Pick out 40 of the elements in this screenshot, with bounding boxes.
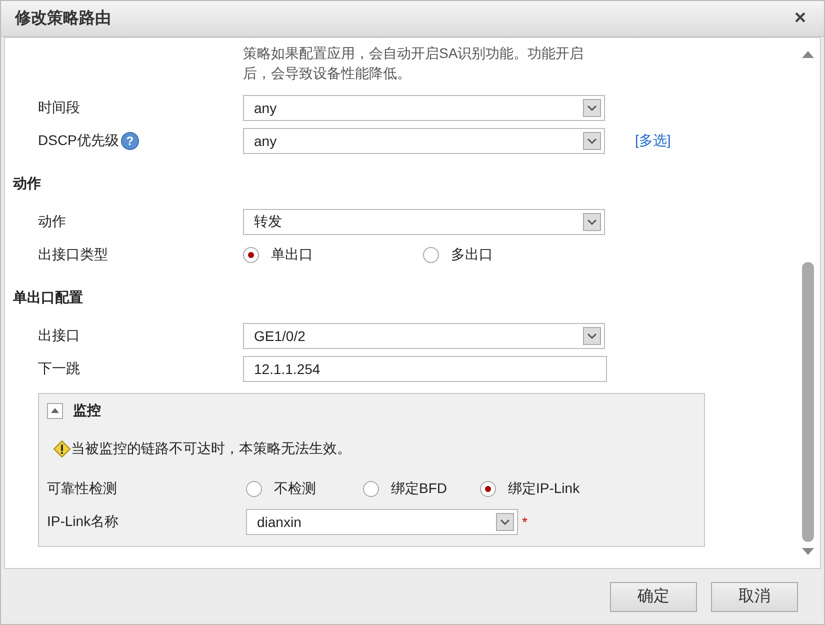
- section-heading: 单出口配置: [12, 288, 84, 307]
- collapse-toggle-icon[interactable]: [47, 403, 63, 419]
- radio-label[interactable]: 绑定BFD: [391, 480, 447, 498]
- window-title: 修改策略路由: [15, 8, 111, 29]
- close-button[interactable]: ×: [790, 7, 810, 30]
- dropdown[interactable]: dianxin: [246, 508, 518, 534]
- cancel-button[interactable]: 取消: [711, 582, 798, 612]
- radio-button[interactable]: [363, 480, 379, 496]
- field-label: 下一跳: [38, 360, 80, 378]
- radio-label[interactable]: 单出口: [271, 246, 313, 264]
- radio-button[interactable]: [243, 246, 259, 262]
- dropdown[interactable]: any: [243, 128, 605, 154]
- required-mark: *: [522, 514, 528, 530]
- confirm-button[interactable]: 确定: [610, 582, 697, 612]
- scrollbar-thumb[interactable]: [802, 262, 814, 542]
- radio-button[interactable]: [423, 246, 439, 262]
- warning-icon: [53, 440, 71, 458]
- radio-button[interactable]: [480, 480, 496, 496]
- panel-title: 监控: [73, 402, 101, 420]
- warning-text: 当被监控的链路不可达时，本策略无法生效。: [71, 440, 351, 458]
- section-heading: 动作: [12, 174, 42, 193]
- scroll-down-icon[interactable]: [802, 548, 814, 556]
- input-field[interactable]: 12.1.1.254: [243, 356, 607, 382]
- radio-label[interactable]: 绑定IP-Link: [508, 480, 580, 498]
- radio-button[interactable]: [246, 480, 262, 496]
- radio-label[interactable]: 多出口: [451, 246, 493, 264]
- field-label: 出接口类型: [38, 246, 108, 264]
- radio-label[interactable]: 不检测: [274, 480, 316, 498]
- multi-select-link[interactable]: [多选]: [635, 132, 671, 150]
- field-label: 可靠性检测: [47, 480, 117, 498]
- field-label: 时间段: [38, 98, 80, 116]
- field-label: DSCP优先级: [38, 132, 119, 150]
- dropdown[interactable]: GE1/0/2: [243, 322, 605, 348]
- field-label: 出接口: [38, 326, 80, 344]
- field-label: IP-Link名称: [47, 512, 119, 530]
- dropdown[interactable]: any: [243, 94, 605, 120]
- info-note: 策略如果配置应用，会自动开启SA识别功能。功能开启后，会导致设备性能降低。: [243, 44, 585, 83]
- scroll-up-icon[interactable]: [802, 50, 814, 58]
- dropdown[interactable]: 转发: [243, 208, 605, 234]
- field-label: 动作: [38, 212, 66, 230]
